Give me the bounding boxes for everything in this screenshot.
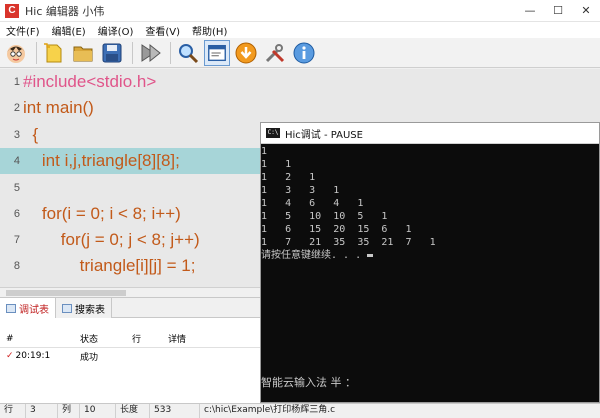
console-title: Hic调试 - PAUSE [285, 129, 363, 141]
col-status: 状态 [80, 335, 99, 345]
code-text: { [23, 125, 39, 144]
info-icon[interactable] [291, 40, 317, 66]
debug-console-window[interactable]: C:\ Hic调试 - PAUSE 1 1 1 1 2 1 1 3 3 1 1 … [260, 122, 600, 403]
table-row[interactable]: ✓ 20:19:1 成功 [0, 348, 260, 364]
code-text: for(i = 0; i < 8; i++) [23, 204, 181, 223]
menu-bar: 文件(F) 编辑(E) 编译(O) 查看(V) 帮助(H) [0, 22, 600, 38]
line-number: 1 [13, 76, 20, 88]
status-length-label: 长度 [116, 403, 150, 418]
status-row-value: 3 [26, 403, 58, 418]
ime-status: 智能云输入法 半 ： [261, 376, 356, 389]
debug-panel: 调试表 搜索表 # 状态 行 详情 ✓ 20:19:1 成功 [0, 297, 260, 403]
toolbar-separator [170, 41, 171, 64]
status-col-value: 10 [80, 403, 116, 418]
window-title: Hic 编辑器 小伟 [25, 4, 105, 18]
check-icon: ✓ [6, 351, 14, 361]
code-text: int i,j,triangle[8][8]; [23, 151, 180, 170]
title-bar: C Hic 编辑器 小伟 — ☐ ✕ [0, 0, 600, 22]
tab-debug[interactable]: 调试表 [0, 298, 56, 318]
status-length-value: 533 [150, 403, 200, 418]
console-icon: C:\ [266, 128, 280, 138]
download-icon[interactable] [233, 40, 259, 66]
console-cursor [367, 253, 374, 257]
code-line[interactable]: 2 int main() [0, 95, 600, 121]
row-status: 成功 [80, 352, 99, 363]
row-time: ✓ 20:19:1 [0, 351, 80, 361]
menu-compile[interactable]: 编译(O) [92, 23, 140, 38]
code-text: int main() [23, 98, 94, 117]
table-header: # 状态 行 详情 [0, 330, 260, 348]
code-text: #include<stdio.h> [23, 72, 157, 91]
window-controls: — ☐ ✕ [516, 0, 600, 22]
run-icon[interactable] [137, 40, 163, 66]
console-title-bar: C:\ Hic调试 - PAUSE [261, 123, 599, 144]
menu-help[interactable]: 帮助(H) [186, 23, 233, 38]
tab-search[interactable]: 搜索表 [56, 298, 112, 318]
line-number: 4 [13, 155, 20, 167]
new-file-icon[interactable] [41, 40, 67, 66]
col-index: # [6, 333, 14, 344]
line-number: 6 [13, 208, 20, 220]
code-text: triangle[i][j] = 1; [23, 256, 196, 275]
scrollbar-thumb[interactable] [6, 290, 126, 296]
tab-search-label: 搜索表 [75, 304, 105, 316]
row-time-text: 20:19:1 [15, 351, 51, 361]
tab-debug-label: 调试表 [19, 304, 49, 316]
status-col-label: 列 [58, 403, 80, 418]
col-line: 行 [132, 335, 142, 345]
status-file-path: c:\hic\Example\打印杨辉三角.c [204, 404, 336, 415]
minimize-button[interactable]: — [516, 0, 544, 22]
toolbar-separator [36, 41, 37, 64]
code-text: for(j = 0; j < 8; j++) [23, 230, 200, 249]
search-tab-icon [62, 303, 72, 313]
maximize-button[interactable]: ☐ [544, 0, 572, 22]
save-icon[interactable] [99, 40, 125, 66]
close-button[interactable]: ✕ [572, 0, 600, 22]
line-number: 5 [13, 182, 20, 194]
avatar-icon[interactable] [3, 40, 29, 66]
toolbar-separator [132, 41, 133, 64]
line-number: 3 [13, 129, 20, 141]
line-number: 2 [13, 102, 20, 114]
open-folder-icon[interactable] [70, 40, 96, 66]
toolbar [0, 38, 600, 68]
console-output-area: 1 1 1 1 2 1 1 3 3 1 1 4 6 4 1 1 5 10 10 … [261, 144, 599, 262]
window-icon[interactable] [204, 39, 230, 66]
debug-tab-icon [6, 303, 16, 313]
col-detail: 详情 [168, 335, 187, 345]
code-line[interactable]: 1 #include<stdio.h> [0, 69, 600, 95]
menu-file[interactable]: 文件(F) [0, 23, 46, 38]
line-number: 8 [13, 260, 20, 272]
menu-view[interactable]: 查看(V) [139, 23, 186, 38]
search-icon[interactable] [175, 40, 201, 66]
panel-tabs: 调试表 搜索表 [0, 298, 260, 318]
menu-edit[interactable]: 编辑(E) [46, 23, 92, 38]
horizontal-scrollbar[interactable] [0, 287, 260, 297]
line-number: 7 [13, 234, 20, 246]
tools-icon[interactable] [262, 40, 288, 66]
status-row-label: 行 [0, 403, 26, 418]
app-icon: C [5, 3, 19, 18]
console-prompt: 请按任意键继续. . . [261, 250, 368, 261]
status-bar: 行 3 列 10 长度 533 c:\hic\Example\打印杨辉三角.c [0, 403, 600, 418]
console-output: 1 1 1 1 2 1 1 3 3 1 1 4 6 4 1 1 5 10 10 … [261, 146, 436, 248]
